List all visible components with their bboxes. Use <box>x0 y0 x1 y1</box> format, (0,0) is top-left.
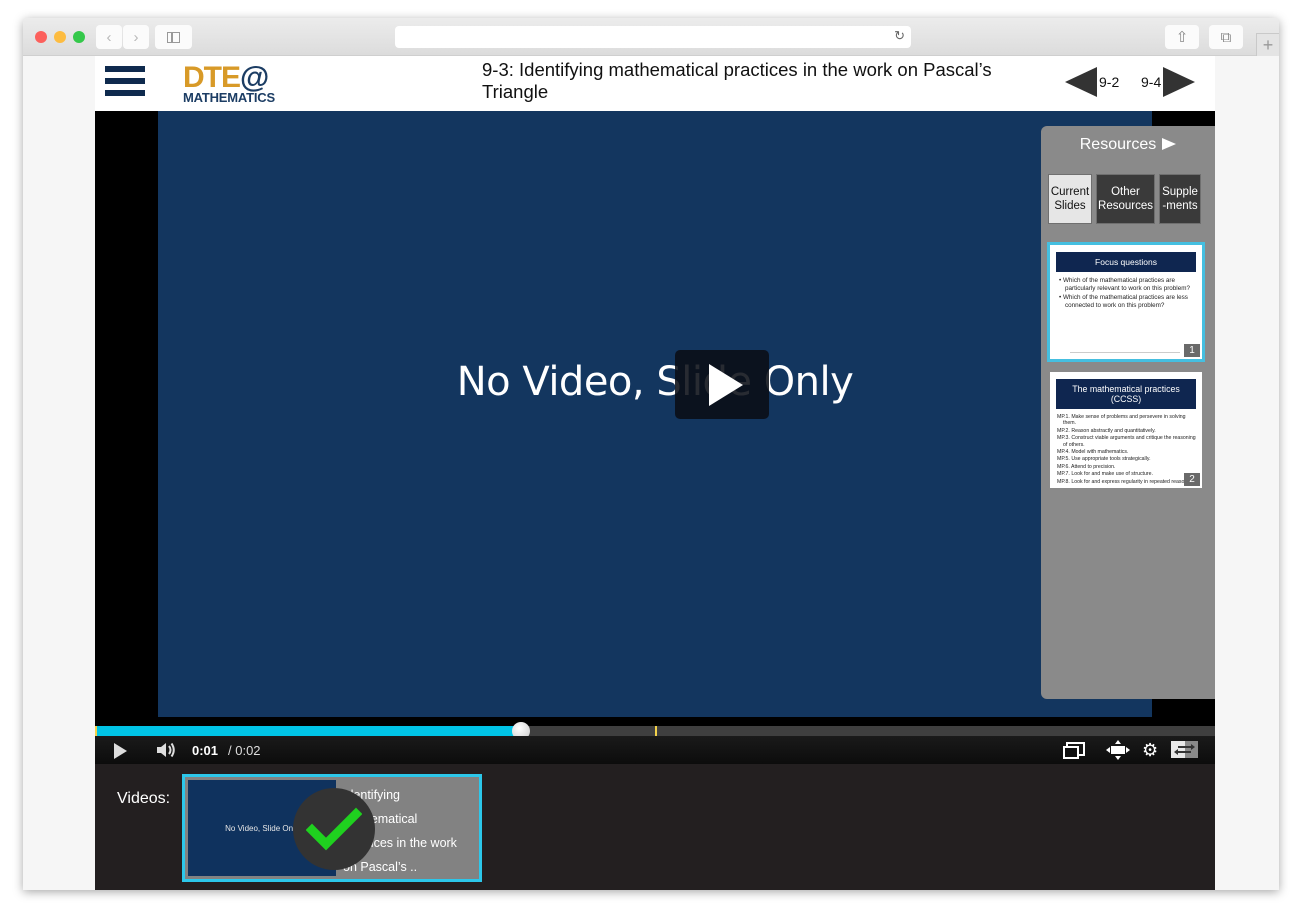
address-bar[interactable]: ↻ <box>395 26 911 48</box>
browser-window: ‹ › ↻ ⇧ ⧉ + DTE@ MATHEMATICS 9-3: Identi… <box>23 18 1279 890</box>
videos-label: Videos: <box>117 790 171 807</box>
slide-bullets: MP.1. Make sense of problems and perseve… <box>1057 414 1196 485</box>
tab-other-resources[interactable]: Other Resources <box>1096 174 1155 224</box>
page-title: 9-3: Identifying mathematical practices … <box>482 59 992 102</box>
resources-toggle[interactable]: Resources <box>1041 136 1215 154</box>
sidebar-toggle-button[interactable] <box>155 25 192 49</box>
seek-progress <box>95 726 521 736</box>
big-play-button[interactable] <box>675 350 769 419</box>
resources-title: Resources <box>1079 136 1157 153</box>
menu-button[interactable] <box>105 66 145 96</box>
tabs-icon: ⧉ <box>1220 28 1232 46</box>
video-frame[interactable]: No Video, Slide Only <box>158 111 1152 717</box>
videos-bar: Videos: No Video, Slide Only Identifying… <box>95 764 1215 890</box>
settings-gear-icon[interactable]: ⚙ <box>1142 740 1160 760</box>
play-button[interactable] <box>114 743 127 759</box>
tab-supplements[interactable]: Supple -ments <box>1159 174 1201 224</box>
video-title-line: on Pascal’s .. <box>343 860 418 874</box>
chevron-left-icon: ‹ <box>106 28 112 46</box>
page: DTE@ MATHEMATICS 9-3: Identifying mathem… <box>95 56 1215 890</box>
tab-current-slides[interactable]: Current Slides <box>1048 174 1092 224</box>
video-player: No Video, Slide Only Resources Current S… <box>95 111 1215 764</box>
show-tabs-button[interactable]: ⧉ <box>1209 25 1243 49</box>
slide-bullet: Which of the mathematical practices are … <box>1059 294 1196 309</box>
duration: / 0:02 <box>228 743 261 758</box>
slide-bullet: MP.6. Attend to precision. <box>1057 463 1116 470</box>
forward-button[interactable]: › <box>123 25 149 49</box>
triangle-right-icon <box>1162 138 1177 150</box>
slide-footer-line <box>1070 352 1180 353</box>
close-window-button[interactable] <box>35 31 47 43</box>
prev-lesson-label: 9-2 <box>1099 74 1120 90</box>
minimize-window-button[interactable] <box>54 31 66 43</box>
slide-heading: The mathematical practices (CCSS) <box>1056 379 1196 409</box>
resources-panel: Resources Current Slides Other Resources… <box>1041 126 1215 699</box>
slide-bullet: Which of the mathematical practices are … <box>1059 277 1196 292</box>
checkmark-icon <box>306 807 362 851</box>
slide-number: 1 <box>1184 344 1200 357</box>
hamburger-bar <box>105 90 145 96</box>
sidebar-icon <box>167 31 180 43</box>
arrow-left-icon <box>1065 67 1097 97</box>
play-icon <box>709 363 743 406</box>
slide-bullet: MP.7. Look for and make use of structure… <box>1057 471 1153 478</box>
hamburger-bar <box>105 78 145 84</box>
slide-thumbnail-2[interactable]: The mathematical practices (CCSS) MP.1. … <box>1047 369 1205 491</box>
slide-bullet: MP.4. Model with mathematics. <box>1057 449 1129 456</box>
seek-bar[interactable] <box>95 722 1215 740</box>
share-icon: ⇧ <box>1175 29 1189 46</box>
plus-icon: + <box>1262 34 1274 55</box>
slide-number: 2 <box>1184 473 1200 486</box>
zoom-window-button[interactable] <box>73 31 85 43</box>
seek-start-marker <box>95 726 97 736</box>
tab-label: Current Slides <box>1050 186 1090 212</box>
next-lesson-button[interactable]: 9-4 <box>1141 66 1196 98</box>
chapter-marker <box>655 726 657 736</box>
page-header: DTE@ MATHEMATICS 9-3: Identifying mathem… <box>95 56 1215 111</box>
slide-bullet: MP.2. Reason abstractly and quantitative… <box>1057 427 1156 434</box>
slide-bullet: MP.5. Use appropriate tools strategicall… <box>1057 456 1151 463</box>
player-controls: 0:01 / 0:02 ⚙ <box>95 736 1215 764</box>
slide-bullet: MP.8. Look for and express regularity in… <box>1057 478 1196 485</box>
move-icon[interactable] <box>1106 740 1130 760</box>
video-item[interactable]: No Video, Slide Only Identifying mathema… <box>182 774 482 882</box>
slide-heading: Focus questions <box>1056 252 1196 272</box>
volume-icon[interactable] <box>156 741 176 759</box>
back-button[interactable]: ‹ <box>96 25 122 49</box>
browser-viewport: DTE@ MATHEMATICS 9-3: Identifying mathem… <box>23 56 1279 890</box>
slide-bullet: MP.3. Construct viable arguments and cri… <box>1057 435 1196 448</box>
slide-bullets: Which of the mathematical practices are … <box>1059 277 1196 309</box>
dte-mathematics-logo[interactable]: DTE@ MATHEMATICS <box>183 63 275 105</box>
watched-badge <box>293 788 375 870</box>
next-lesson-label: 9-4 <box>1141 74 1162 90</box>
new-tab-button[interactable]: + <box>1256 33 1279 56</box>
slide-thumbnail-1[interactable]: Focus questions Which of the mathematica… <box>1047 242 1205 362</box>
picture-in-picture-icon[interactable] <box>1063 740 1085 760</box>
tab-label: Supple -ments <box>1162 186 1198 212</box>
slide-text: No Video, Slide Only <box>456 359 854 405</box>
tab-label: Other Resources <box>1098 186 1153 212</box>
prev-lesson-button[interactable]: 9-2 <box>1065 66 1119 98</box>
current-time: 0:01 <box>192 743 219 758</box>
hamburger-bar <box>105 66 145 72</box>
arrow-right-icon <box>1163 67 1196 97</box>
reload-icon[interactable]: ↻ <box>894 28 905 44</box>
slide-bullet: MP.1. Make sense of problems and perseve… <box>1057 414 1186 427</box>
logo-mathematics: MATHEMATICS <box>183 90 275 105</box>
chevron-right-icon: › <box>133 28 139 46</box>
share-button[interactable]: ⇧ <box>1165 25 1199 49</box>
browser-titlebar: ‹ › ↻ ⇧ ⧉ + <box>23 18 1279 56</box>
swap-view-icon[interactable] <box>1171 741 1198 758</box>
